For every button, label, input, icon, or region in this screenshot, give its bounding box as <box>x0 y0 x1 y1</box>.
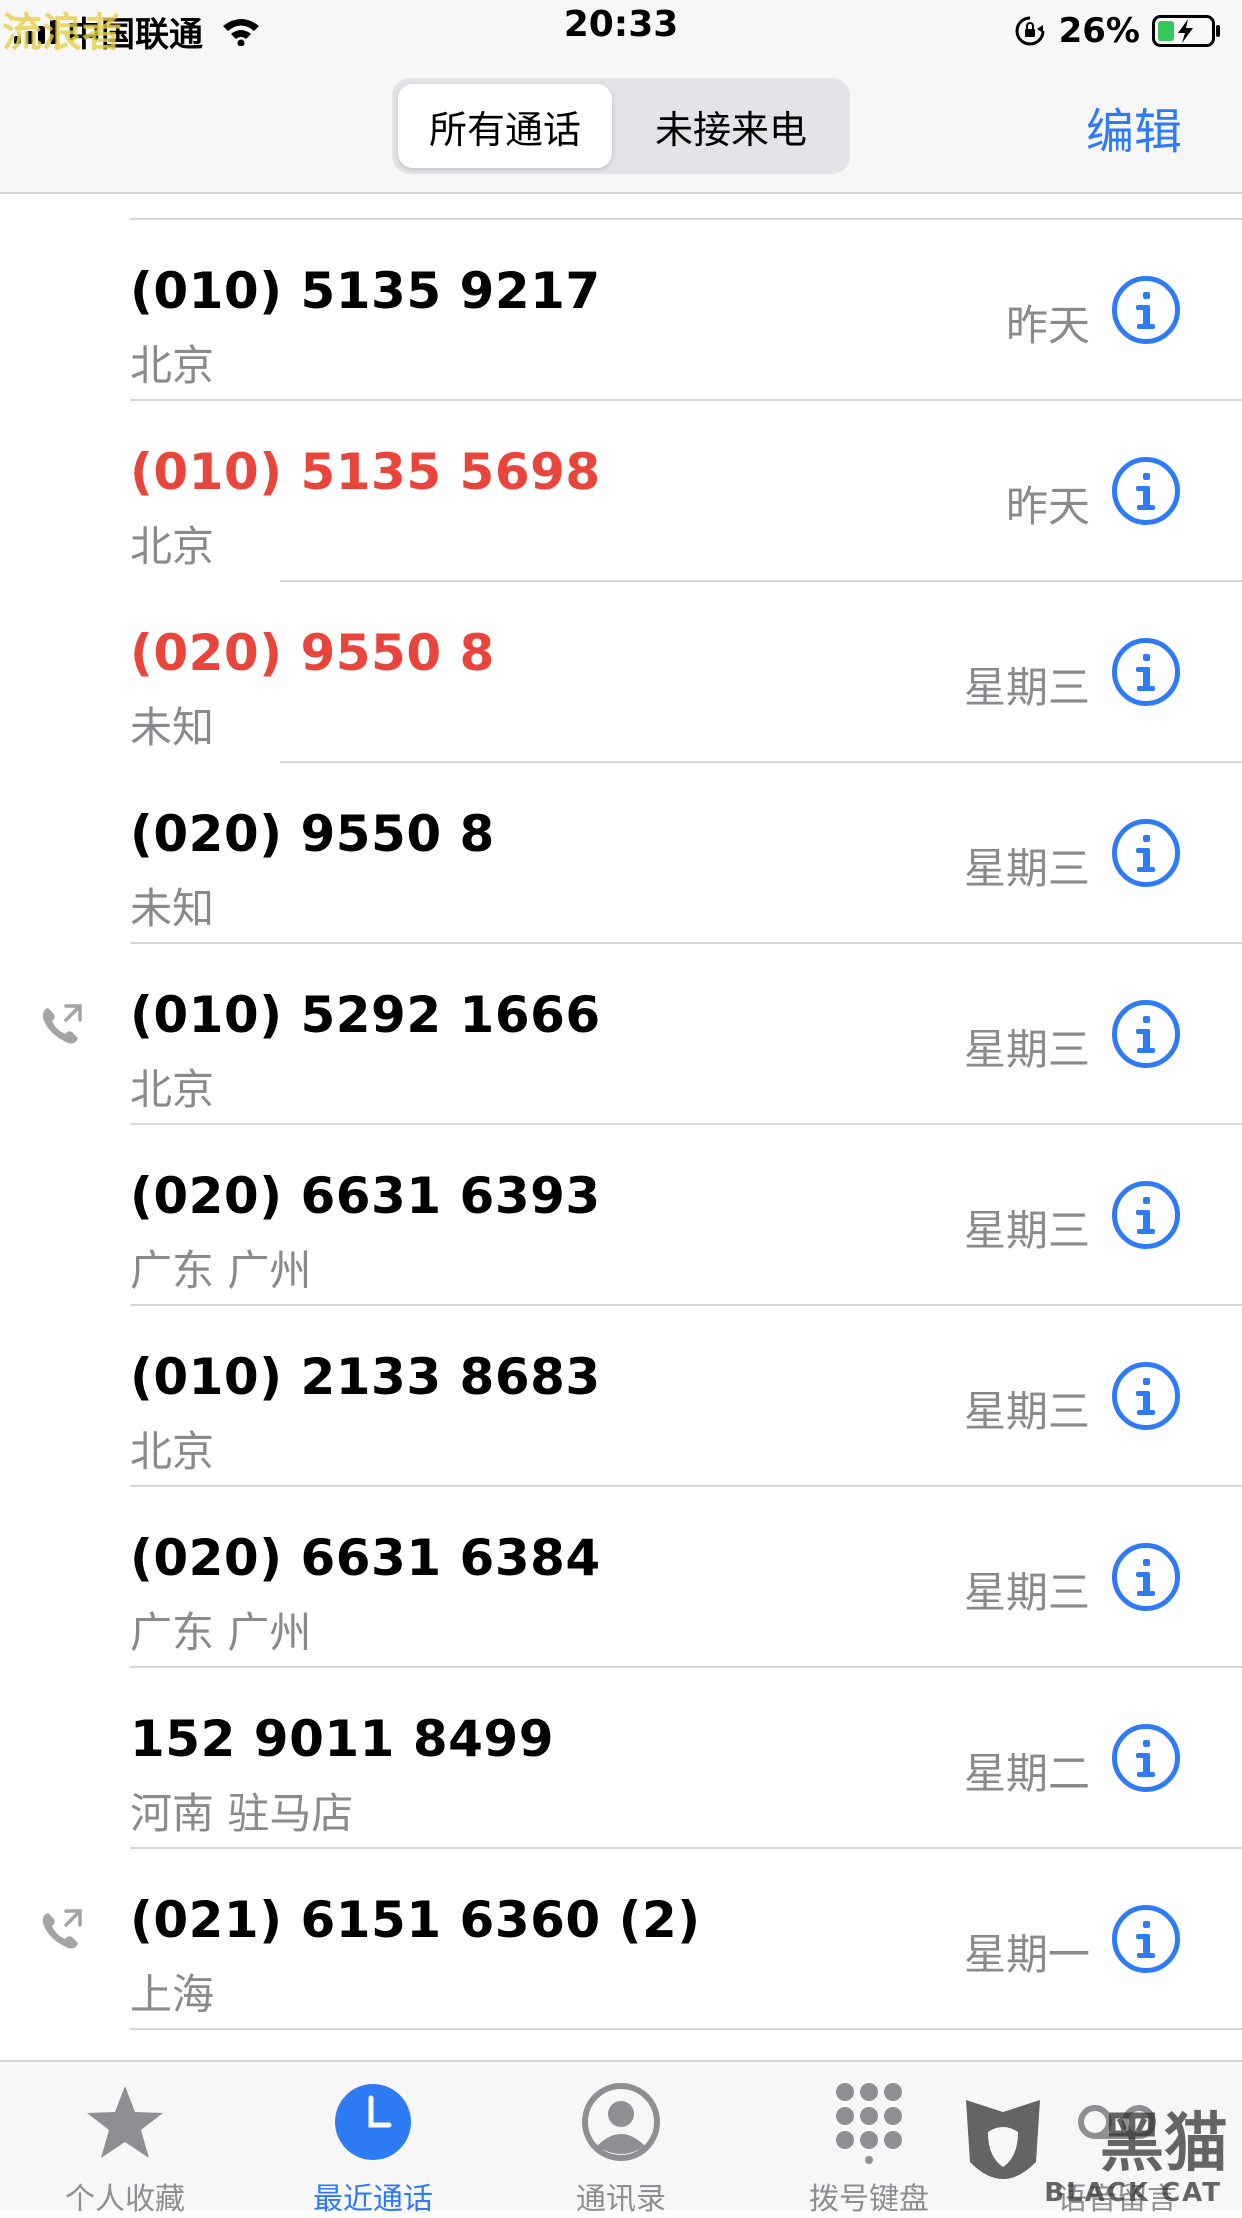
watermark-brand-cn: 黑猫 <box>1100 2107 1228 2181</box>
tab-keypad[interactable]: 拨号键盘 <box>764 2062 974 2217</box>
caller-location: 广东 广州 <box>130 1608 312 1657</box>
info-icon[interactable] <box>1112 819 1180 887</box>
caller-location: 河南 驻马店 <box>130 1789 354 1838</box>
caller-number: (020) 6631 6393 <box>130 1167 601 1225</box>
recent-calls-list[interactable]: (010) 5135 9217 北京 昨天 (010) 5135 5698 北京 昨天 (0… <box>0 194 1242 2060</box>
call-row[interactable]: 152 9011 8499 河南 驻马店 星期二 <box>0 1668 1242 1849</box>
tab-favorites[interactable]: 个人收藏 <box>20 2062 230 2217</box>
watermark-brand-en: BLACK CAT <box>1044 2178 1222 2208</box>
segment-missed-calls[interactable]: 未接来电 <box>618 84 844 168</box>
info-icon[interactable] <box>1112 638 1180 706</box>
tab-label: 拨号键盘 <box>809 2182 929 2217</box>
caller-number: (010) 5135 5698 <box>130 443 601 501</box>
star-icon <box>87 2086 163 2158</box>
cat-shield-icon <box>966 2100 1040 2179</box>
black-cat-watermark: 黑猫 BLACK CAT <box>958 2092 1228 2208</box>
call-date: 星期三 <box>963 1568 1090 1617</box>
contacts-icon <box>582 2083 660 2161</box>
caller-number: (020) 9550 8 <box>130 624 495 682</box>
info-icon[interactable] <box>1112 1543 1180 1611</box>
outgoing-call-icon <box>42 1909 82 1949</box>
info-icon[interactable] <box>1112 457 1180 525</box>
caller-location: 未知 <box>130 703 215 752</box>
call-date: 星期三 <box>963 663 1090 712</box>
call-date: 昨天 <box>1005 301 1090 350</box>
call-date: 星期三 <box>963 1025 1090 1074</box>
info-icon[interactable] <box>1112 276 1180 344</box>
clock-icon <box>335 2084 411 2160</box>
info-icon[interactable] <box>1112 1362 1180 1430</box>
caller-number: 152 9011 8499 <box>130 1710 555 1768</box>
caller-number: (010) 5135 9217 <box>130 262 601 320</box>
caller-number: (020) 9550 8 <box>130 805 495 863</box>
caller-location: 北京 <box>130 1427 215 1476</box>
battery-charging-icon <box>1152 15 1220 47</box>
caller-number: (021) 6151 6360 (2) <box>130 1891 701 1949</box>
call-filter-segmented-control: 所有通话 未接来电 <box>392 78 850 174</box>
caller-number: (010) 2133 8683 <box>130 1348 601 1406</box>
call-row[interactable]: (010) 2133 8683 北京 星期三 <box>0 1306 1242 1487</box>
call-row[interactable]: (020) 6631 6384 广东 广州 星期三 <box>0 1487 1242 1668</box>
call-row[interactable]: (020) 9550 8 未知 星期三 <box>0 582 1242 763</box>
edit-button[interactable]: 编辑 <box>1086 92 1182 162</box>
segment-all-calls[interactable]: 所有通话 <box>398 84 612 168</box>
caller-location: 北京 <box>130 522 215 571</box>
tab-contacts[interactable]: 通讯录 <box>516 2062 726 2217</box>
tab-label: 最近通话 <box>313 2182 433 2217</box>
status-right: 26% <box>1013 6 1222 56</box>
caller-number: (010) 5292 1666 <box>130 986 601 1044</box>
watermark-top-left: 流浪者 <box>2 10 122 56</box>
outgoing-call-icon <box>42 1004 82 1044</box>
keypad-icon <box>836 2083 902 2164</box>
call-row[interactable]: (020) 6631 6393 广东 广州 星期三 <box>0 1125 1242 1306</box>
call-date: 星期二 <box>963 1749 1090 1798</box>
caller-number: (020) 6631 6384 <box>130 1529 601 1587</box>
call-row[interactable]: (021) 6151 6360 (2) 上海 星期一 <box>0 1849 1242 2030</box>
call-date: 星期三 <box>963 844 1090 893</box>
tab-recents[interactable]: 最近通话 <box>268 2062 478 2217</box>
info-icon[interactable] <box>1112 1000 1180 1068</box>
info-icon[interactable] <box>1112 1181 1180 1249</box>
caller-location: 上海 <box>130 1970 215 2019</box>
caller-location: 北京 <box>130 341 215 390</box>
info-icon[interactable] <box>1112 1724 1180 1792</box>
caller-location: 北京 <box>130 1065 215 1114</box>
call-row[interactable]: (020) 9550 8 未知 星期三 <box>0 763 1242 944</box>
battery-percent: 26% <box>1058 11 1140 51</box>
status-bar: 中国联通 20:33 26% <box>0 0 1242 62</box>
caller-location: 广东 广州 <box>130 1246 312 1295</box>
call-date: 星期三 <box>963 1206 1090 1255</box>
call-row[interactable]: (010) 5135 5698 北京 昨天 <box>0 401 1242 582</box>
call-row[interactable]: (010) 5135 9217 北京 昨天 <box>0 220 1242 401</box>
call-date: 星期三 <box>963 1387 1090 1436</box>
tab-label: 个人收藏 <box>65 2182 185 2217</box>
call-row[interactable]: (010) 5292 1666 北京 星期三 <box>0 944 1242 1125</box>
row-divider <box>130 2028 1242 2030</box>
info-icon[interactable] <box>1112 1905 1180 1973</box>
navigation-bar: 所有通话 未接来电 编辑 <box>0 62 1242 194</box>
caller-location: 未知 <box>130 884 215 933</box>
orientation-lock-icon <box>1015 16 1045 46</box>
call-date: 星期一 <box>963 1930 1090 1979</box>
tab-label: 通讯录 <box>576 2182 666 2217</box>
call-date: 昨天 <box>1005 482 1090 531</box>
